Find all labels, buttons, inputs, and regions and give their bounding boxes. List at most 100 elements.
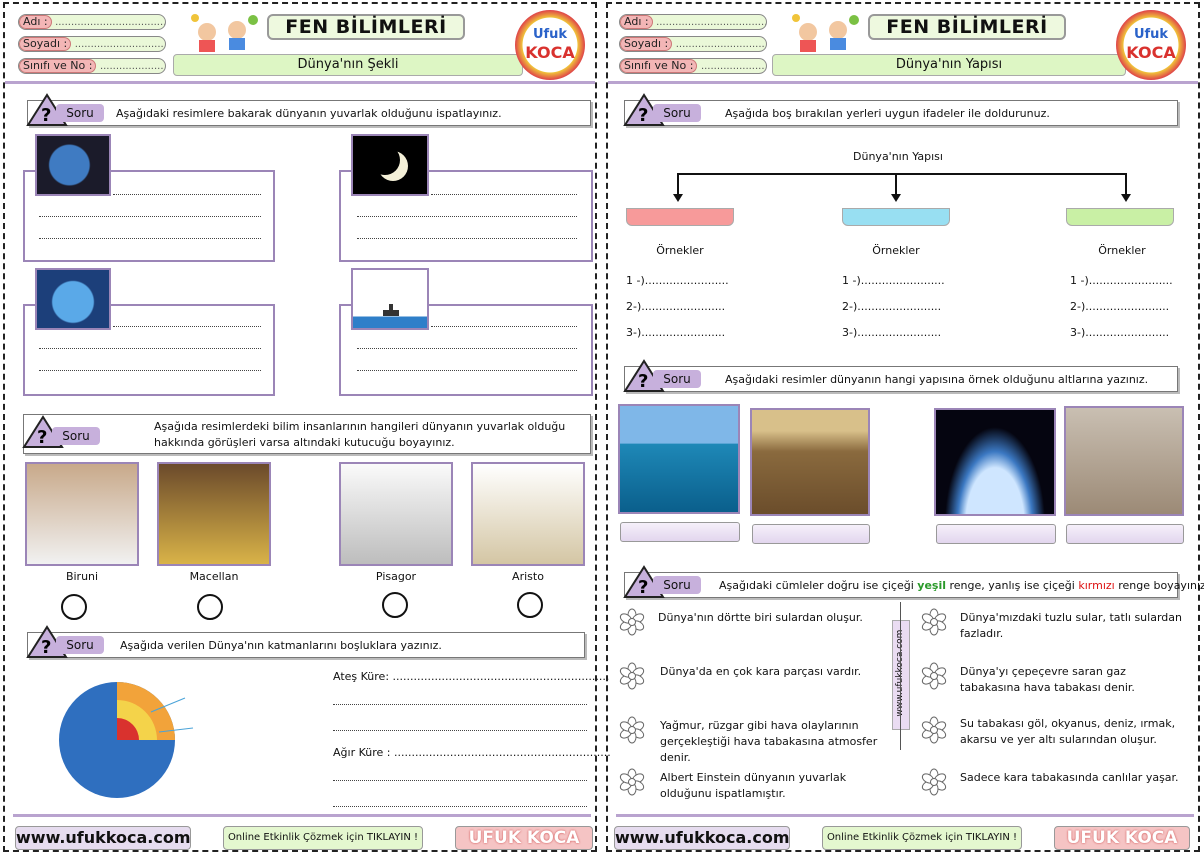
name-dots: ........................................ (55, 17, 166, 28)
scientist-name: Aristo (512, 570, 544, 583)
class-field[interactable]: Sınıfı ve No : .........................… (619, 58, 767, 74)
examples-lines-1[interactable]: 1 -)........................ 2-)........… (626, 268, 729, 346)
surname-field[interactable]: Soyadı : ...............................… (619, 36, 767, 52)
example-line: 3-)........................ (1070, 326, 1170, 339)
worksheet-left: Adı : ..................................… (3, 2, 611, 852)
question-text: Aşağıda boş bırakılan yerleri uygun ifad… (725, 107, 1050, 120)
example-line: 2-)........................ (842, 300, 942, 313)
example-line: 1 -)........................ (626, 274, 729, 287)
brand-badge: UFUK KOCA (1054, 826, 1190, 850)
page-subtitle: Dünya'nın Yapısı (772, 54, 1126, 76)
ufuk-koca-logo: Ufuk KOCA (515, 10, 585, 80)
surname-field[interactable]: Soyadı : ...............................… (18, 36, 166, 52)
flower-icon[interactable] (920, 608, 948, 636)
stones-photo (1064, 406, 1184, 516)
earth-from-space-photo (35, 134, 111, 196)
name-field[interactable]: Adı : ..................................… (619, 14, 767, 30)
answer-circle[interactable] (197, 594, 223, 620)
site-link[interactable]: www.ufukkoca.com (15, 826, 191, 850)
structure-banner-3[interactable] (1066, 208, 1174, 226)
statement-left-4: Albert Einstein dünyanın yuvarlak olduğu… (660, 771, 847, 800)
online-activity-button[interactable]: Online Etkinlik Çözmek için TIKLAYIN ! (223, 826, 423, 850)
answer-circle[interactable] (517, 592, 543, 618)
question-2-bar: ? Soru Aşağıdaki resimler dünyanın hangi… (623, 359, 1178, 392)
name-label: Adı : (19, 15, 52, 29)
flower-icon[interactable] (618, 608, 646, 636)
tree-connector-arrows (673, 173, 1131, 202)
question-1-bar: ? Soru Aşağıdaki resimlere bakarak dünya… (26, 93, 591, 126)
question-tag: Soru (653, 104, 701, 122)
online-activity-button[interactable]: Online Etkinlik Çözmek için TIKLAYIN ! (822, 826, 1022, 850)
statement-right-1: Dünya'mızdaki tuzlu sular, tatlı sularda… (960, 611, 1182, 640)
site-link[interactable]: www.ufukkoca.com (614, 826, 790, 850)
question-3-bar: ? Soru Aşağıdaki cümleler doğru ise çiçe… (623, 565, 1204, 598)
svg-text:?: ? (41, 637, 51, 658)
flower-icon[interactable] (618, 662, 646, 690)
flower-icon[interactable] (618, 768, 646, 796)
macellan-portrait (157, 462, 271, 566)
scientist-name: Macellan (189, 570, 239, 583)
class-field[interactable]: Sınıfı ve No : .........................… (18, 58, 166, 74)
answer-tag[interactable] (620, 522, 740, 542)
structure-banner-2[interactable] (842, 208, 950, 226)
statement-right-2: Dünya'yı çepeçevre saran gaz tabakasına … (960, 665, 1135, 694)
example-line: 3-)........................ (842, 326, 942, 339)
statement-left-2: Dünya'da en çok kara parçası vardır. (660, 665, 862, 678)
examples-label: Örnekler (1098, 244, 1146, 257)
biruni-portrait (25, 462, 139, 566)
structure-banner-1[interactable] (626, 208, 734, 226)
question-text: Aşağıdaki resimlere bakarak dünyanın yuv… (116, 107, 502, 120)
statement-right-3: Su tabakası göl, okyanus, deniz, ırmak, … (960, 717, 1176, 746)
class-dots: ........................................ (99, 61, 165, 72)
logo-bottom-text: KOCA (1126, 43, 1176, 62)
pisagor-bust (339, 462, 453, 566)
answer-circle[interactable] (61, 594, 87, 620)
question-text-line-1: Aşağıda resimlerdeki bilim insanlarının … (154, 420, 566, 433)
logo-top-text: Ufuk (532, 27, 568, 42)
logo-bottom-text: KOCA (525, 43, 575, 62)
statement-left-1: Dünya'nın dörtte biri sulardan oluşur. (658, 611, 863, 624)
question-tag: Soru (56, 636, 104, 654)
class-dots: ........................................ (700, 61, 766, 72)
flower-icon[interactable] (920, 662, 948, 690)
answer-tag[interactable] (1066, 524, 1184, 544)
examples-lines-2[interactable]: 1 -)........................ 2-)........… (842, 268, 945, 346)
answer-tag[interactable] (936, 524, 1056, 544)
flower-icon[interactable] (920, 716, 948, 744)
surname-dots: ........................................ (675, 39, 766, 50)
ufuk-koca-logo: Ufuk KOCA (1116, 10, 1186, 80)
question-tag: Soru (653, 576, 701, 594)
brand-badge: UFUK KOCA (455, 826, 593, 850)
question-text-line-2: hakkında görüşleri varsa altındaki kutuc… (154, 436, 455, 449)
page-title: FEN BİLİMLERİ (267, 14, 465, 40)
answer-circle[interactable] (382, 592, 408, 618)
flower-icon[interactable] (920, 768, 948, 796)
page-title: FEN BİLİMLERİ (868, 14, 1066, 40)
question-tag: Soru (56, 104, 104, 122)
question-text: Aşağıdaki resimler dünyanın hangi yapısı… (725, 373, 1149, 386)
atmosphere-photo (934, 408, 1056, 516)
dry-land-photo (750, 408, 870, 516)
examples-lines-3[interactable]: 1 -)........................ 2-)........… (1070, 268, 1173, 346)
flower-icon[interactable] (618, 716, 646, 744)
name-label: Adı : (620, 15, 653, 29)
name-field[interactable]: Adı : ..................................… (18, 14, 166, 30)
tree-root-label: Dünya'nın Yapısı (853, 150, 943, 163)
logo-top-text: Ufuk (1133, 27, 1169, 42)
question-tag: Soru (52, 427, 100, 445)
svg-text:?: ? (638, 577, 648, 598)
vertical-site-badge: www.ufukkoca.com (892, 620, 910, 730)
scientist-name: Pisagor (375, 570, 417, 583)
ates-kure-line: Ateş Küre: .............................… (333, 670, 610, 683)
worksheet-right: Adı : ..................................… (606, 2, 1204, 852)
statement-right-4: Sadece kara tabakasında canlılar yaşar. (960, 771, 1179, 784)
surname-label: Soyadı : (19, 37, 72, 51)
ship-horizon-photo (351, 268, 429, 330)
class-label: Sınıfı ve No : (19, 59, 97, 73)
globe-photo (35, 268, 111, 330)
example-line: 1 -)........................ (842, 274, 945, 287)
example-line: 2-)........................ (626, 300, 726, 313)
svg-text:?: ? (638, 105, 648, 126)
earth-layers-illustration (59, 682, 194, 798)
answer-tag[interactable] (752, 524, 870, 544)
